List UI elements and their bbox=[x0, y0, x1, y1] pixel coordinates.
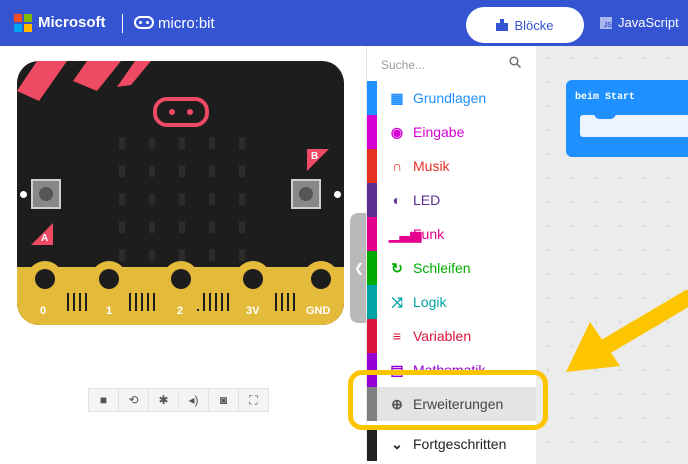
microbit-logo-icon bbox=[134, 16, 154, 29]
category-fortgeschritten[interactable]: ⌄ Fortgeschritten bbox=[367, 427, 537, 461]
toggle-icon: ◐ bbox=[392, 192, 402, 208]
list-icon: ≡ bbox=[392, 328, 402, 344]
screenshot-icon[interactable]: ◙ bbox=[208, 388, 239, 412]
board-edge-dot bbox=[334, 191, 341, 198]
signal-icon: ▁▃▅ bbox=[389, 225, 422, 242]
blocks-icon bbox=[496, 19, 509, 31]
microbit-face-icon bbox=[153, 97, 209, 127]
on-start-block-label: beim Start bbox=[575, 92, 636, 103]
product-name[interactable]: micro:bit bbox=[158, 15, 215, 32]
category-variablen[interactable]: ≡ Variablen bbox=[367, 319, 537, 353]
tab-javascript-label: JavaScript bbox=[618, 15, 679, 30]
tab-blocks[interactable]: Blöcke bbox=[466, 7, 584, 43]
board-edge-dot bbox=[20, 191, 27, 198]
simulator-panel: A B 0 1 2 3V GND ■ ⟲ ✱ ◂) ◙ ⛶ bbox=[0, 46, 366, 464]
pin-label: 3V bbox=[246, 305, 260, 317]
chevron-down-icon: ⌄ bbox=[391, 435, 403, 452]
search-icon[interactable] bbox=[509, 56, 521, 71]
pin-label: 1 bbox=[106, 305, 113, 317]
js-icon: JS bbox=[600, 16, 612, 29]
category-led[interactable]: ◐ LED bbox=[367, 183, 537, 217]
pin-label: 0 bbox=[40, 305, 47, 317]
category-label: Grundlagen bbox=[413, 90, 487, 106]
category-schleifen[interactable]: ↻ Schleifen bbox=[367, 251, 537, 285]
pin-label: 2 bbox=[177, 305, 184, 317]
restart-icon[interactable]: ⟲ bbox=[118, 388, 149, 412]
chevron-left-icon: ❮ bbox=[353, 261, 365, 275]
category-label: Funk bbox=[413, 226, 445, 242]
category-musik[interactable]: ∩ Musik bbox=[367, 149, 537, 183]
pin-3v[interactable] bbox=[235, 261, 271, 309]
grid-icon: ▦ bbox=[390, 89, 404, 106]
microsoft-brand[interactable]: Microsoft bbox=[38, 14, 106, 31]
button-b[interactable] bbox=[291, 179, 321, 209]
category-label: Logik bbox=[413, 294, 447, 310]
microbit-board[interactable]: A B 0 1 2 3V GND bbox=[17, 61, 344, 325]
fullscreen-icon[interactable]: ⛶ bbox=[238, 388, 269, 412]
pin-2[interactable] bbox=[163, 261, 199, 309]
tab-blocks-label: Blöcke bbox=[514, 17, 554, 33]
stop-icon[interactable]: ■ bbox=[88, 388, 119, 412]
button-a[interactable] bbox=[31, 179, 61, 209]
headphones-icon: ∩ bbox=[391, 158, 403, 174]
category-label: Eingabe bbox=[413, 124, 465, 140]
search-placeholder: Suche... bbox=[381, 58, 426, 72]
on-start-block-slot[interactable] bbox=[580, 111, 688, 137]
category-label: LED bbox=[413, 192, 441, 208]
category-label: Variablen bbox=[413, 328, 472, 344]
category-logik[interactable]: ⤨ Logik bbox=[367, 285, 537, 319]
circle-icon: ◉ bbox=[390, 123, 404, 140]
pin-label: GND bbox=[306, 305, 331, 317]
category-grundlagen[interactable]: ▦ Grundlagen bbox=[367, 81, 537, 115]
pin-1[interactable] bbox=[91, 261, 127, 309]
category-funk[interactable]: ▁▃▅ Funk bbox=[367, 217, 537, 251]
microsoft-logo-icon bbox=[14, 14, 32, 32]
button-a-label: A bbox=[41, 233, 49, 244]
category-label: Musik bbox=[413, 158, 450, 174]
pointer-arrow-icon bbox=[566, 290, 688, 372]
search-input[interactable]: Suche... bbox=[375, 56, 525, 76]
loop-icon: ↻ bbox=[391, 259, 403, 276]
category-eingabe[interactable]: ◉ Eingabe bbox=[367, 115, 537, 149]
category-label: Schleifen bbox=[413, 260, 471, 276]
debug-icon[interactable]: ✱ bbox=[148, 388, 179, 412]
highlight-box bbox=[348, 370, 548, 430]
tab-javascript[interactable]: JS JavaScript bbox=[600, 15, 679, 30]
shuffle-icon: ⤨ bbox=[391, 293, 403, 310]
pin-gnd[interactable] bbox=[303, 261, 339, 309]
top-bar: Microsoft micro:bit Blöcke JS JavaScript bbox=[0, 0, 688, 46]
pin-0[interactable] bbox=[27, 261, 63, 309]
sound-icon[interactable]: ◂) bbox=[178, 388, 209, 412]
category-label: Fortgeschritten bbox=[413, 436, 507, 452]
simulator-controls: ■ ⟲ ✱ ◂) ◙ ⛶ bbox=[88, 388, 269, 412]
button-b-label: B bbox=[311, 151, 319, 162]
header-divider bbox=[122, 14, 123, 33]
